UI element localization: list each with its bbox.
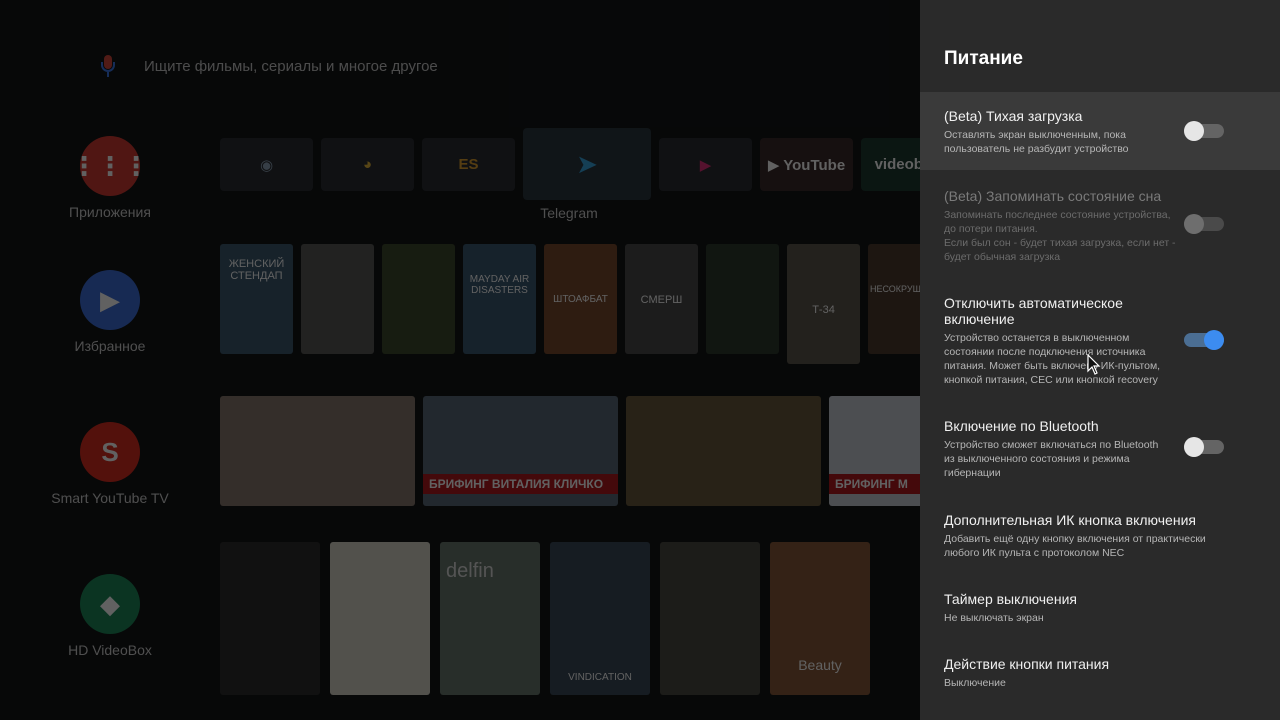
apps-grid-icon: ⋮⋮⋮ [71, 136, 149, 196]
sidebar-item-label: Приложения [69, 204, 151, 220]
quiet-boot-toggle[interactable] [1184, 121, 1224, 141]
setting-title: (Beta) Тихая загрузка [944, 108, 1083, 124]
search-placeholder: Ищите фильмы, сериалы и многое другое [144, 57, 438, 75]
setting-title: Дополнительная ИК кнопка включения [944, 512, 1196, 528]
poster[interactable] [382, 244, 455, 354]
play-icon: ▶ [80, 270, 140, 330]
setting-description: Устройство останется в выключенном состо… [944, 332, 1161, 386]
setting-title: Включение по Bluetooth [944, 418, 1099, 434]
setting-disable-auto-power-on[interactable]: Отключить автоматическое включение Устро… [920, 278, 1280, 400]
setting-title: Действие кнопки питания [944, 656, 1110, 672]
poster[interactable]: MAYDAY AIR DISASTERS [463, 244, 536, 354]
poster[interactable]: VINDICATION [550, 542, 650, 695]
poster[interactable]: Т-34 [787, 244, 860, 364]
poster[interactable] [660, 542, 760, 695]
microphone-icon[interactable] [96, 51, 120, 81]
poster[interactable] [301, 244, 374, 354]
setting-description: Оставлять экран выключенным, пока пользо… [944, 129, 1129, 155]
sidebar-item-smart-youtube[interactable]: S Smart YouTube TV [40, 422, 180, 506]
setting-description: Не выключать экран [944, 612, 1044, 624]
poster[interactable]: Beauty [770, 542, 870, 695]
app-tile-chrome[interactable]: ◕ [321, 138, 414, 191]
setting-description: Выключение [944, 677, 1006, 689]
apps-row: ◉ ◕ ES ➤ ▶ ▶ YouTube videobox [220, 128, 954, 200]
app-tile-player[interactable]: ▶ [659, 138, 752, 191]
mouse-cursor-icon [1087, 354, 1101, 375]
setting-description: Устройство сможет включаться по Bluetoot… [944, 439, 1159, 479]
sidebar-item-hd-videobox[interactable]: ◆ HD VideoBox [40, 574, 180, 658]
poster[interactable] [706, 244, 779, 354]
search-bar[interactable]: Ищите фильмы, сериалы и многое другое [96, 48, 796, 84]
poster[interactable] [330, 542, 430, 695]
setting-sleep-timer[interactable]: Таймер выключения Не выключать экран [920, 574, 1280, 638]
poster-row: ЖЕНСКИЙ СТЕНДАП MAYDAY AIR DISASTERS ШТО… [220, 244, 949, 364]
panel-title: Питание [944, 48, 1023, 69]
poster-row-2: delfin VINDICATION Beauty [220, 542, 870, 695]
setting-title: Таймер выключения [944, 591, 1077, 607]
poster[interactable]: delfin [440, 542, 540, 695]
remember-sleep-state-toggle[interactable] [1184, 214, 1224, 234]
setting-remember-sleep-state[interactable]: (Beta) Запоминать состояние сна Запомина… [920, 170, 1280, 278]
sidebar-item-favorites[interactable]: ▶ Избранное [40, 270, 180, 354]
disable-auto-power-on-toggle[interactable] [1184, 330, 1224, 350]
app-tile-file-manager[interactable]: ES [422, 138, 515, 191]
sidebar-item-label: HD VideoBox [68, 642, 152, 658]
video-thumbnail[interactable] [626, 396, 821, 506]
bluetooth-wake-toggle[interactable] [1184, 437, 1224, 457]
poster[interactable] [220, 542, 320, 695]
video-thumbnail[interactable] [220, 396, 415, 506]
videobox-icon: ◆ [80, 574, 140, 634]
setting-title: Отключить автоматическое включение [944, 295, 1123, 327]
setting-extra-ir-power-button[interactable]: Дополнительная ИК кнопка включения Добав… [920, 494, 1280, 574]
smart-youtube-icon: S [80, 422, 140, 482]
setting-description: Запоминать последнее состояние устройств… [944, 209, 1176, 263]
setting-power-button-action[interactable]: Действие кнопки питания Выключение [920, 638, 1280, 702]
sidebar-item-label: Smart YouTube TV [51, 490, 169, 506]
setting-quiet-boot[interactable]: (Beta) Тихая загрузка Оставлять экран вы… [920, 92, 1280, 170]
sidebar-item-label: Избранное [74, 338, 146, 354]
setting-bluetooth-wake[interactable]: Включение по Bluetooth Устройство сможет… [920, 400, 1280, 494]
video-thumbnail[interactable]: БРИФИНГ ВИТАЛИЯ КЛИЧКО [423, 396, 618, 506]
app-tile-youtube[interactable]: ▶ YouTube [760, 138, 853, 191]
app-tile-telegram[interactable]: ➤ [523, 128, 651, 200]
app-tile-1[interactable]: ◉ [220, 138, 313, 191]
setting-description: Добавить ещё одну кнопку включения от пр… [944, 533, 1206, 559]
video-caption: БРИФИНГ ВИТАЛИЯ КЛИЧКО [423, 474, 618, 494]
poster[interactable]: СМЕРШ [625, 244, 698, 354]
setting-title: (Beta) Запоминать состояние сна [944, 188, 1162, 204]
video-row: БРИФИНГ ВИТАЛИЯ КЛИЧКО БРИФИНГ М [220, 396, 1024, 506]
focused-app-label: Telegram [540, 205, 598, 221]
sidebar-item-apps[interactable]: ⋮⋮⋮ Приложения [40, 136, 180, 220]
poster[interactable]: ЖЕНСКИЙ СТЕНДАП [220, 244, 293, 354]
poster[interactable]: ШТОАФБАТ [544, 244, 617, 354]
